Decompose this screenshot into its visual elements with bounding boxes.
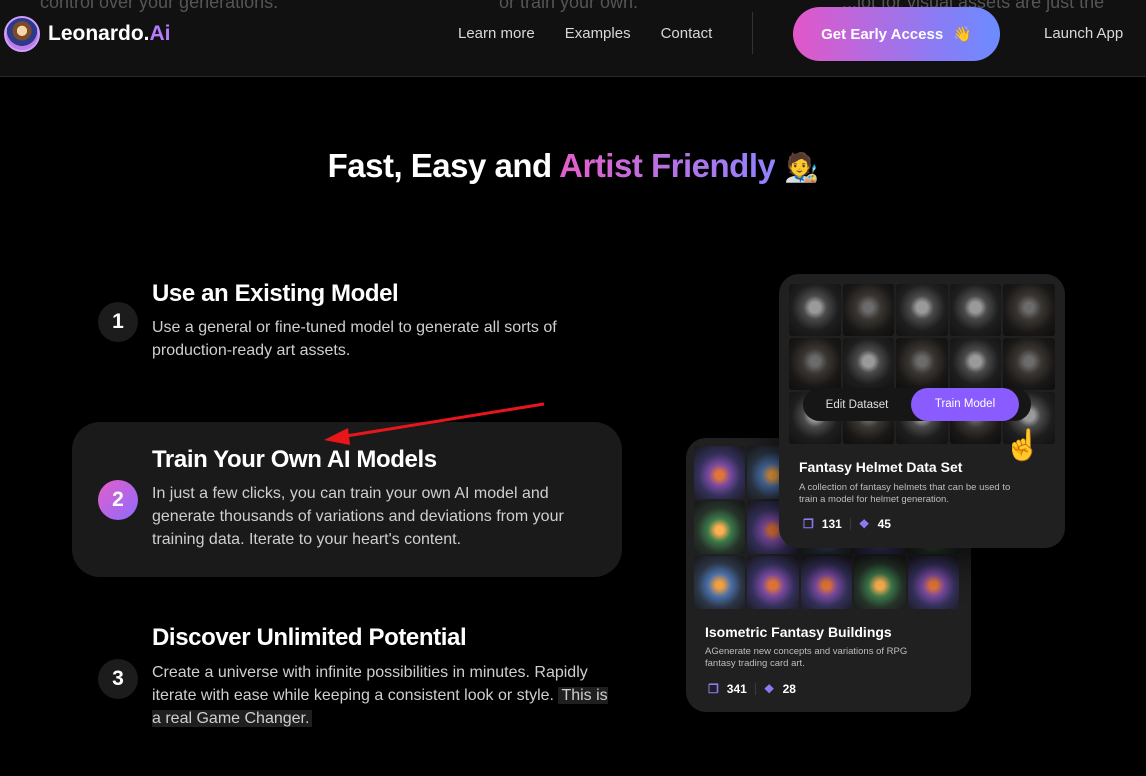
card-stats: ❐ 341 ❖ 28 — [708, 682, 796, 696]
pointer-hand-icon: ☝ — [1004, 429, 1042, 462]
dataset-card-helmets[interactable]: Edit Dataset Train Model Fantasy Helmet … — [779, 274, 1065, 548]
card-description: A collection of fantasy helmets that can… — [799, 482, 1011, 505]
card-title: Fantasy Helmet Data Set — [799, 459, 963, 475]
images-icon: ❐ — [803, 517, 814, 531]
image-count: 341 — [726, 682, 747, 696]
divider — [754, 683, 756, 695]
model-count: 45 — [877, 517, 891, 531]
models-icon: ❖ — [858, 517, 870, 531]
models-icon: ❖ — [763, 682, 775, 696]
images-icon: ❐ — [708, 682, 719, 696]
edit-dataset-button[interactable]: Edit Dataset — [803, 399, 911, 411]
card-description: AGenerate new concepts and variations of… — [705, 646, 908, 669]
image-count: 131 — [821, 517, 842, 531]
card-stats: ❐ 131 ❖ 45 — [803, 517, 891, 531]
model-count: 28 — [782, 682, 796, 696]
train-model-button[interactable]: Train Model — [911, 388, 1019, 421]
divider — [849, 518, 851, 530]
dataset-actions: Edit Dataset Train Model — [803, 388, 1031, 421]
card-title: Isometric Fantasy Buildings — [705, 624, 892, 640]
